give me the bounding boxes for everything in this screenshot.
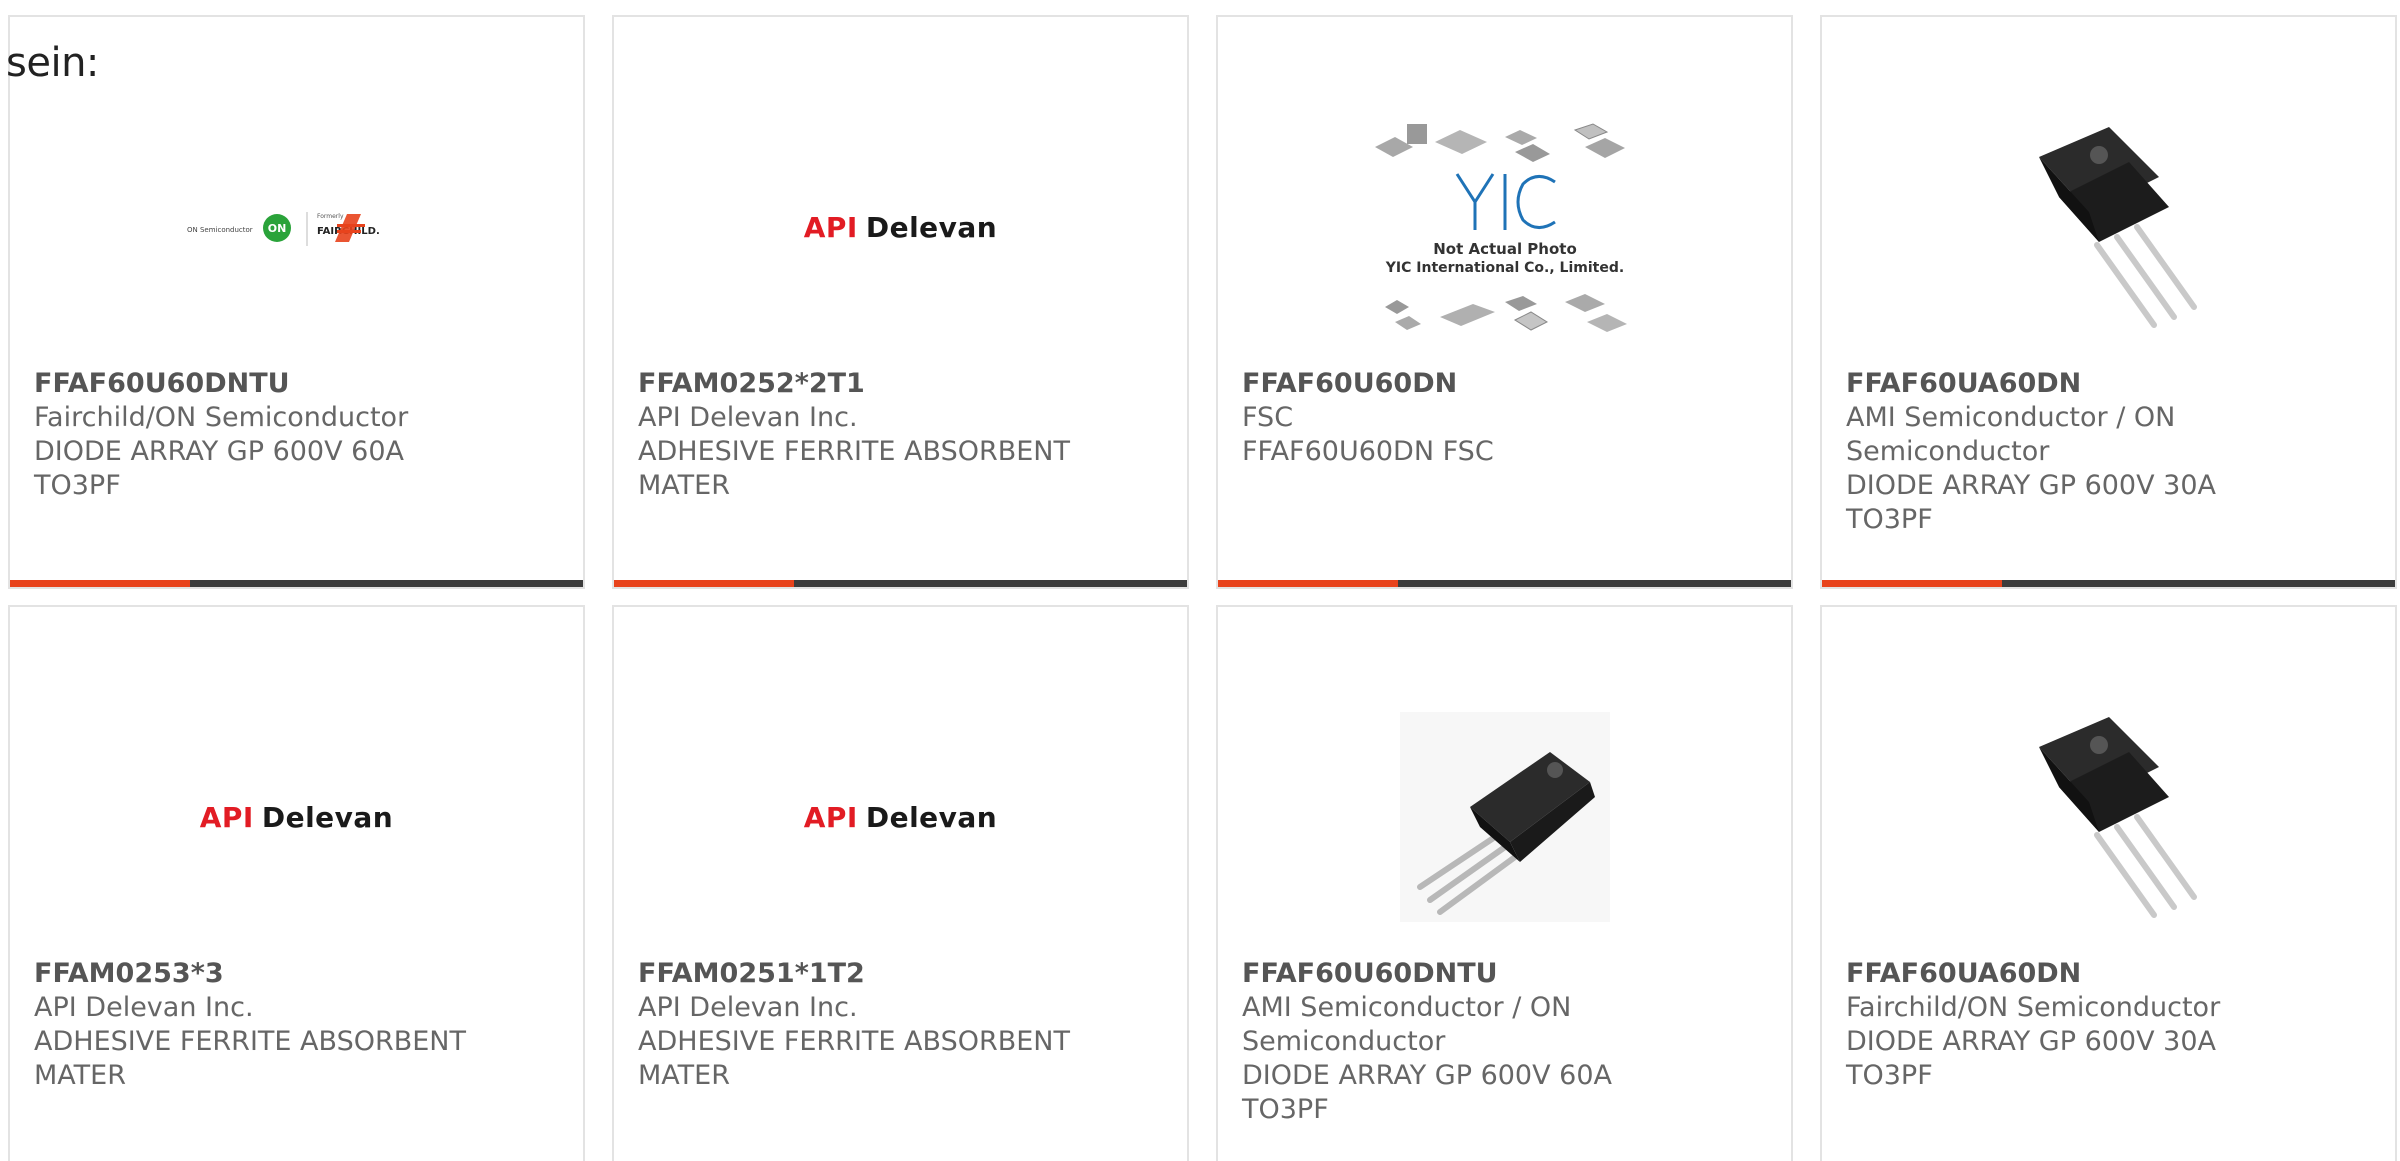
manufacturer: Fairchild/ON Semiconductor [34,402,409,433]
product-card[interactable]: Not Actual Photo YIC International Co., … [1216,15,1793,589]
part-number[interactable]: FFAF60U60DN [1242,367,1682,401]
card-bottom-bar [10,580,583,587]
yic-not-actual-photo: Not Actual Photo YIC International Co., … [1374,123,1627,332]
product-info: FFAF60U60DNTU Fairchild/ON Semiconductor… [34,367,474,503]
manufacturer: Fairchild/ON Semiconductor [1846,992,2221,1023]
product-image[interactable]: Not Actual Photo YIC International Co., … [1218,102,1791,362]
api-delevan-logo: API Delevan [803,800,998,834]
manufacturer: API Delevan Inc. [34,992,254,1023]
product-card[interactable]: FFAF60UA60DN Fairchild/ON Semiconductor … [1820,605,2397,1161]
product-card[interactable]: FFAF60U60DNTU AMI Semiconductor / ON Sem… [1216,605,1793,1161]
description: FFAF60U60DN FSC [1242,436,1494,467]
card-accent-bar [614,580,794,587]
to3pf-transistor-icon [2038,717,2197,918]
card-accent-bar [1218,580,1398,587]
description: ADHESIVE FERRITE ABSORBENT MATER [638,436,1070,501]
product-image[interactable]: ON Semiconductor ON Formerly FAIRCHILD. [10,107,583,347]
api-delevan-logo: API Delevan [199,800,394,834]
description: DIODE ARRAY GP 600V 60A TO3PF [1242,1060,1612,1125]
product-info: FFAF60UA60DN Fairchild/ON Semiconductor … [1846,957,2286,1093]
product-image[interactable] [1218,697,1791,937]
product-card[interactable]: API Delevan FFAM0252*2T1 API Delevan Inc.… [612,15,1189,589]
part-number[interactable]: FFAF60UA60DN [1846,367,2286,401]
part-number[interactable]: FFAF60U60DNTU [1242,957,1682,991]
part-number[interactable]: FFAM0252*2T1 [638,367,1078,401]
product-image[interactable]: API Delevan [614,107,1187,347]
product-image[interactable] [1822,697,2395,937]
manufacturer: API Delevan Inc. [638,992,858,1023]
svg-text:Not Actual Photo: Not Actual Photo [1433,240,1577,258]
product-image[interactable]: API Delevan [10,697,583,937]
card-bottom-bar [1822,580,2395,587]
product-image[interactable]: API Delevan [614,697,1187,937]
description: ADHESIVE FERRITE ABSORBENT MATER [34,1026,466,1091]
manufacturer: AMI Semiconductor / ON Semiconductor [1242,992,1572,1057]
manufacturer: AMI Semiconductor / ON Semiconductor [1846,402,2176,467]
product-info: FFAF60UA60DN AMI Semiconductor / ON Semi… [1846,367,2286,537]
onsemi-fairchild-logo: ON Semiconductor ON Formerly FAIRCHILD. [187,212,379,246]
svg-text:ON Semiconductor: ON Semiconductor [187,226,253,234]
svg-text:ON: ON [267,222,286,235]
description: DIODE ARRAY GP 600V 30A TO3PF [1846,1026,2216,1091]
product-card[interactable]: API Delevan FFAM0251*1T2 API Delevan Inc.… [612,605,1189,1161]
product-card[interactable]: API Delevan FFAM0253*3 API Delevan Inc. A… [8,605,585,1161]
to3pf-transistor-icon [2038,127,2197,328]
product-info: FFAF60U60DNTU AMI Semiconductor / ON Sem… [1242,957,1682,1127]
manufacturer: FSC [1242,402,1294,433]
product-card[interactable]: FFAF60UA60DN AMI Semiconductor / ON Semi… [1820,15,2397,589]
description: DIODE ARRAY GP 600V 30A TO3PF [1846,470,2216,535]
svg-text:Formerly: Formerly [317,213,344,220]
product-image[interactable] [1822,107,2395,347]
card-accent-bar [1822,580,2002,587]
part-number[interactable]: FFAM0251*1T2 [638,957,1078,991]
part-number[interactable]: FFAF60U60DNTU [34,367,474,401]
to3pf-transistor-icon [1399,712,1610,922]
card-bottom-bar [614,580,1187,587]
product-info: FFAM0252*2T1 API Delevan Inc. ADHESIVE F… [638,367,1078,503]
part-number[interactable]: FFAM0253*3 [34,957,474,991]
product-info: FFAM0251*1T2 API Delevan Inc. ADHESIVE F… [638,957,1078,1093]
product-info: FFAF60U60DN FSC FFAF60U60DN FSC [1242,367,1682,469]
product-grid-page: sein: ON Semiconductor ON Formerly FAIRC… [0,0,2400,1161]
product-info: FFAM0253*3 API Delevan Inc. ADHESIVE FER… [34,957,474,1093]
part-number[interactable]: FFAF60UA60DN [1846,957,2286,991]
api-delevan-logo: API Delevan [803,210,998,244]
card-bottom-bar [1218,580,1791,587]
product-card[interactable]: ON Semiconductor ON Formerly FAIRCHILD. … [8,15,585,589]
svg-text:YIC International Co., Limited: YIC International Co., Limited. [1384,260,1623,276]
description: DIODE ARRAY GP 600V 60A TO3PF [34,436,404,501]
intro-text: sein: [6,40,99,86]
card-accent-bar [10,580,190,587]
manufacturer: API Delevan Inc. [638,402,858,433]
description: ADHESIVE FERRITE ABSORBENT MATER [638,1026,1070,1091]
